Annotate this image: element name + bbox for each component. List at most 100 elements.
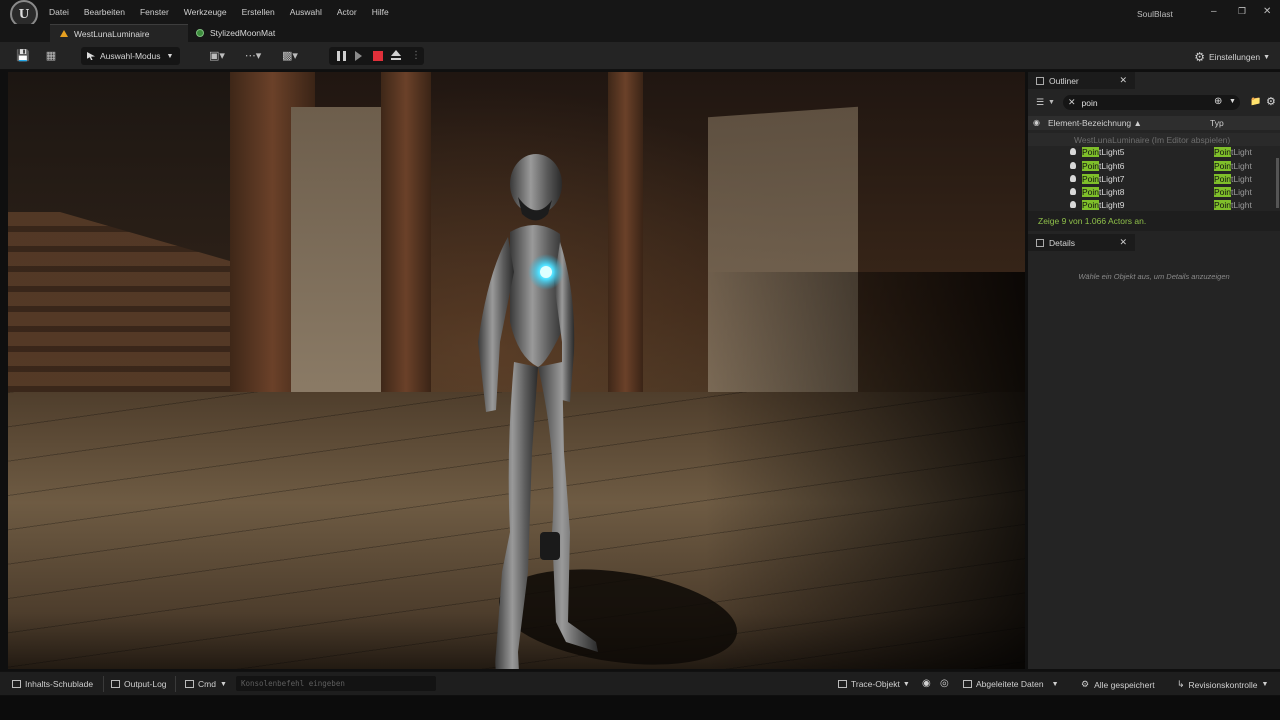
settings-label: Einstellungen xyxy=(1209,52,1261,62)
trace-label: Trace-Objekt xyxy=(851,679,900,689)
gear-icon[interactable]: ⚙ xyxy=(1266,95,1276,108)
camera-icon[interactable]: ◎ xyxy=(940,678,949,689)
eye-icon[interactable]: ◉ xyxy=(1033,118,1040,127)
derived-data-dropdown[interactable]: Abgeleitete Daten ▼ xyxy=(963,679,1059,689)
chevron-down-icon: ▼ xyxy=(902,680,910,688)
viewport-pillar xyxy=(608,72,643,392)
actor-name: PointLight8 xyxy=(1082,187,1125,198)
restore-icon[interactable]: ❐ xyxy=(1238,6,1246,17)
stop-icon[interactable] xyxy=(373,51,383,61)
pause-icon[interactable] xyxy=(337,51,346,61)
material-icon xyxy=(196,29,204,37)
actor-type: PointLight xyxy=(1214,160,1252,171)
outliner-column-header: ◉ Element-Bezeichnung ▲ Typ xyxy=(1028,116,1280,130)
main-toolbar: 💾 ▦ Auswahl-Modus ▼ ▣▾ ⋯▾ ▩▾ ⋮ ⚙ Einstel… xyxy=(0,42,1280,70)
trace-object-dropdown[interactable]: Trace-Objekt ▼ xyxy=(838,679,910,689)
outliner-scrollbar[interactable] xyxy=(1276,158,1279,208)
step-forward-icon[interactable] xyxy=(355,51,362,61)
source-control-icon: ↳ xyxy=(1177,679,1185,689)
right-panel: Outliner ✕ ☰ ▼ ✕ poin ⊕ ▼ 📁 ⚙ ◉ Element-… xyxy=(1028,72,1280,669)
add-actor-icon[interactable]: ▣▾ xyxy=(206,50,228,62)
viewport-shadow-area xyxy=(705,272,1025,669)
actor-type: PointLight xyxy=(1214,187,1252,198)
table-row[interactable]: PointLight8 PointLight xyxy=(1028,186,1280,199)
content-drawer-label: Inhalts-Schublade xyxy=(25,679,94,689)
add-filter-icon[interactable]: ⊕ xyxy=(1214,96,1222,107)
close-icon[interactable]: ✕ xyxy=(1263,6,1271,17)
bottom-status-bar: Inhalts-Schublade Output-Log Cmd ▼ Konso… xyxy=(0,671,1280,695)
chevron-down-icon: ▼ xyxy=(1263,53,1270,61)
tab-westlunaluminaire[interactable]: WestLunaLuminaire xyxy=(50,24,188,42)
tab-outliner[interactable]: Outliner ✕ xyxy=(1028,72,1135,89)
level-name: WestLunaLuminaire (Im Editor abspielen) xyxy=(1074,135,1231,145)
tab-stylizedmoonmat[interactable]: StylizedMoonMat xyxy=(196,24,306,42)
point-light-icon xyxy=(1070,201,1076,209)
cinematics-icon[interactable]: ▩▾ xyxy=(279,50,301,62)
console-input[interactable]: Konsolenbefehl eingeben xyxy=(236,676,436,691)
table-row[interactable]: PointLight7 PointLight xyxy=(1028,173,1280,186)
menu-fenster[interactable]: Fenster xyxy=(140,7,169,17)
revision-control-dropdown[interactable]: ↳ Revisionskontrolle ▼ xyxy=(1177,679,1268,690)
content-drawer-button[interactable]: Inhalts-Schublade xyxy=(12,679,93,689)
menu-hilfe[interactable]: Hilfe xyxy=(372,7,389,17)
outliner-tab-label: Outliner xyxy=(1049,75,1079,86)
cmd-dropdown[interactable]: Cmd ▼ xyxy=(185,679,227,689)
clear-search-icon[interactable]: ✕ xyxy=(1068,97,1076,108)
filter-icon[interactable]: ☰ xyxy=(1036,97,1046,108)
selection-mode-label: Auswahl-Modus xyxy=(100,51,161,61)
minimize-icon[interactable]: – xyxy=(1211,6,1217,17)
derived-data-icon xyxy=(963,680,972,688)
eject-icon[interactable] xyxy=(391,50,401,61)
column-element-name[interactable]: Element-Bezeichnung ▲ xyxy=(1048,118,1142,128)
close-icon[interactable]: ✕ xyxy=(1119,75,1127,86)
save-icon[interactable]: 💾 xyxy=(16,50,30,62)
add-folder-icon[interactable]: 📁 xyxy=(1250,96,1261,107)
tab-label: WestLunaLuminaire xyxy=(74,28,150,39)
point-light-icon xyxy=(1070,148,1076,156)
chevron-down-icon: ▼ xyxy=(1051,680,1059,688)
settings-button[interactable]: ⚙ Einstellungen ▼ xyxy=(1194,50,1270,64)
output-log-button[interactable]: Output-Log xyxy=(111,679,167,689)
more-options-icon[interactable]: ⋮ xyxy=(411,50,421,61)
robot-character[interactable] xyxy=(448,152,608,669)
close-icon[interactable]: ✕ xyxy=(1119,237,1127,248)
tree-row-level[interactable]: WestLunaLuminaire (Im Editor abspielen) xyxy=(1028,133,1280,147)
point-light-icon xyxy=(1070,174,1076,182)
column-type[interactable]: Typ xyxy=(1210,118,1224,128)
main-menu: Datei Bearbeiten Fenster Werkzeuge Erste… xyxy=(49,7,404,17)
menu-bearbeiten[interactable]: Bearbeiten xyxy=(84,7,125,17)
tab-label: StylizedMoonMat xyxy=(210,28,276,38)
outliner-tree: WestLunaLuminaire (Im Editor abspielen) … xyxy=(1028,133,1280,213)
details-tab-label: Details xyxy=(1049,237,1075,248)
menu-auswahl[interactable]: Auswahl xyxy=(290,7,322,17)
content-browser-icon[interactable]: ▦ xyxy=(45,50,57,62)
saved-label: Alle gespeichert xyxy=(1094,679,1155,690)
chevron-down-icon[interactable]: ▼ xyxy=(1229,98,1236,105)
actor-name: PointLight5 xyxy=(1082,147,1125,158)
title-bar: U Datei Bearbeiten Fenster Werkzeuge Ers… xyxy=(0,0,1280,28)
gear-icon: ⚙ xyxy=(1194,50,1206,64)
play-controls: ⋮ xyxy=(329,47,424,65)
menu-actor[interactable]: Actor xyxy=(337,7,357,17)
level-viewport[interactable] xyxy=(8,72,1025,669)
chevron-down-icon[interactable]: ▼ xyxy=(1048,99,1055,106)
cmd-label: Cmd xyxy=(198,679,216,689)
menu-werkzeuge[interactable]: Werkzeuge xyxy=(184,7,227,17)
table-row[interactable]: PointLight5 PointLight xyxy=(1028,146,1280,159)
table-row[interactable]: PointLight6 PointLight xyxy=(1028,160,1280,173)
divider xyxy=(103,676,104,692)
tab-details[interactable]: Details ✕ xyxy=(1028,234,1135,251)
chevron-down-icon: ▼ xyxy=(166,52,174,60)
viewport-wall-panel xyxy=(291,107,381,397)
save-all-button[interactable]: ⚙ Alle gespeichert xyxy=(1081,679,1155,690)
selection-mode-dropdown[interactable]: Auswahl-Modus ▼ xyxy=(81,47,180,65)
trace-icon xyxy=(838,680,847,688)
blueprint-icon[interactable]: ⋯▾ xyxy=(242,50,264,62)
record-icon[interactable]: ◉ xyxy=(922,678,931,689)
document-tab-bar: WestLunaLuminaire StylizedMoonMat xyxy=(0,24,1280,42)
menu-erstellen[interactable]: Erstellen xyxy=(242,7,275,17)
save-status-icon: ⚙ xyxy=(1081,679,1090,689)
menu-datei[interactable]: Datei xyxy=(49,7,69,17)
details-empty-message: Wähle ein Objekt aus, um Details anzuzei… xyxy=(1078,272,1230,281)
details-icon xyxy=(1036,238,1044,247)
